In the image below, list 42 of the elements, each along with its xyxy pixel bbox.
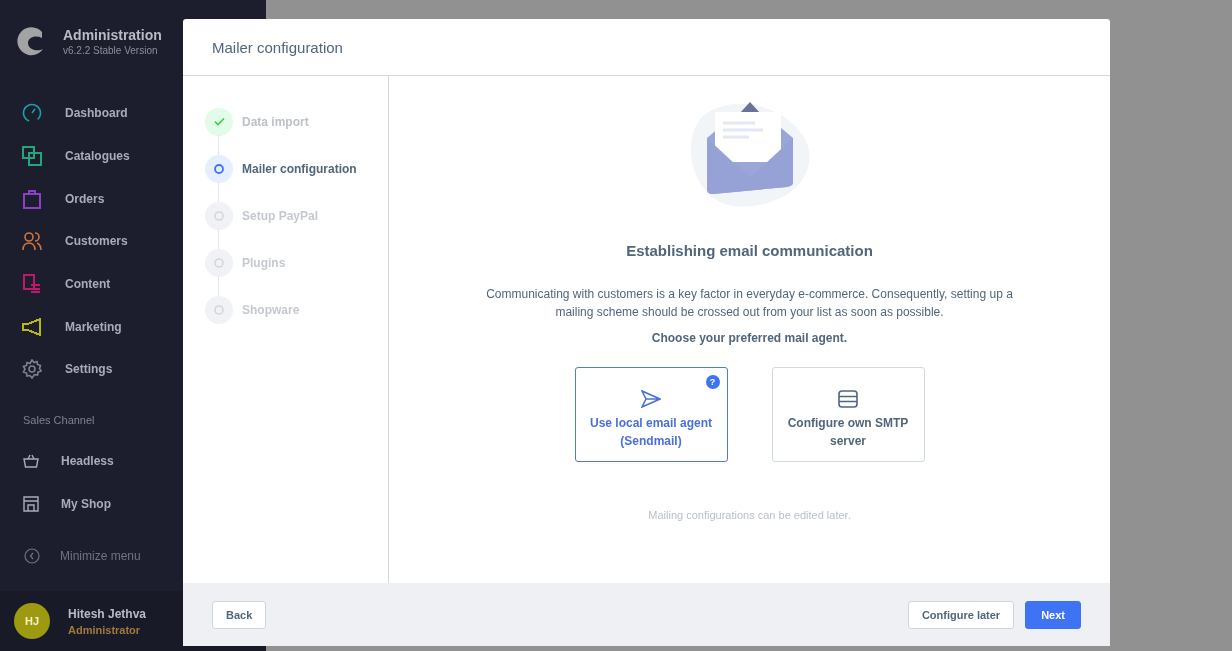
mail-agent-option[interactable]: Use local email agent (Sendmail) ? — [574, 367, 728, 462]
help-badge[interactable]: ? — [705, 375, 720, 389]
step-label: Plugins — [242, 255, 286, 270]
step-label: Mailer configuration — [242, 161, 357, 176]
sales-channel-item[interactable]: My Shop — [0, 482, 119, 526]
modal-title: Mailer configuration — [183, 19, 1110, 76]
version-label: v6.2.2 Stable Version — [63, 44, 159, 56]
step-label: Data import — [242, 114, 309, 129]
nav-item[interactable]: Dashboard — [0, 92, 136, 135]
chevron-circle-icon — [24, 547, 40, 564]
logo-icon — [16, 26, 46, 56]
nav-item[interactable]: Settings — [0, 348, 121, 391]
storefront-icon — [23, 496, 39, 513]
basket-icon — [23, 454, 39, 469]
sales-channel-item[interactable]: Headless — [0, 439, 122, 483]
minimize-menu-link[interactable]: Minimize menu — [0, 540, 266, 571]
nav-item[interactable]: Orders — [0, 177, 113, 221]
ring-icon — [214, 304, 224, 315]
ring-icon — [214, 210, 224, 221]
step-label: Setup PayPal — [242, 208, 319, 223]
check-icon — [213, 117, 225, 126]
nav-item[interactable]: Marketing — [0, 305, 130, 349]
paper-plane-icon — [641, 389, 661, 408]
user-role: Administrator — [68, 623, 142, 636]
nav-item[interactable]: Content — [0, 262, 119, 306]
prompt-text: Choose your preferred mail agent. — [651, 331, 848, 345]
hint-text: Mailing configurations can be edited later. — [648, 509, 851, 521]
nav-item[interactable]: Customers — [0, 220, 136, 263]
section-heading: Establishing email communication — [626, 242, 873, 259]
back-button[interactable]: Back — [212, 600, 267, 629]
next-button[interactable]: Next — [1025, 600, 1081, 629]
app-title: Administration — [63, 26, 162, 43]
step-label: Shopware — [242, 302, 300, 317]
section-heading: Sales Channel — [23, 413, 96, 426]
user-name: Hitesh Jethva — [68, 606, 147, 621]
ring-icon — [214, 163, 224, 174]
nav-item[interactable]: Catalogues — [0, 134, 138, 178]
server-icon — [838, 389, 858, 408]
configure-later-button[interactable]: Configure later — [907, 600, 1015, 629]
description-text: Communicating with customers is a key factor in everyday e-commerce. Consequently, setting up a mailing scheme should be crossed out from your list as soon as possible. — [485, 286, 1014, 321]
ring-icon — [214, 257, 224, 268]
mail-agent-option[interactable]: Configure own SMTP server — [771, 367, 925, 462]
